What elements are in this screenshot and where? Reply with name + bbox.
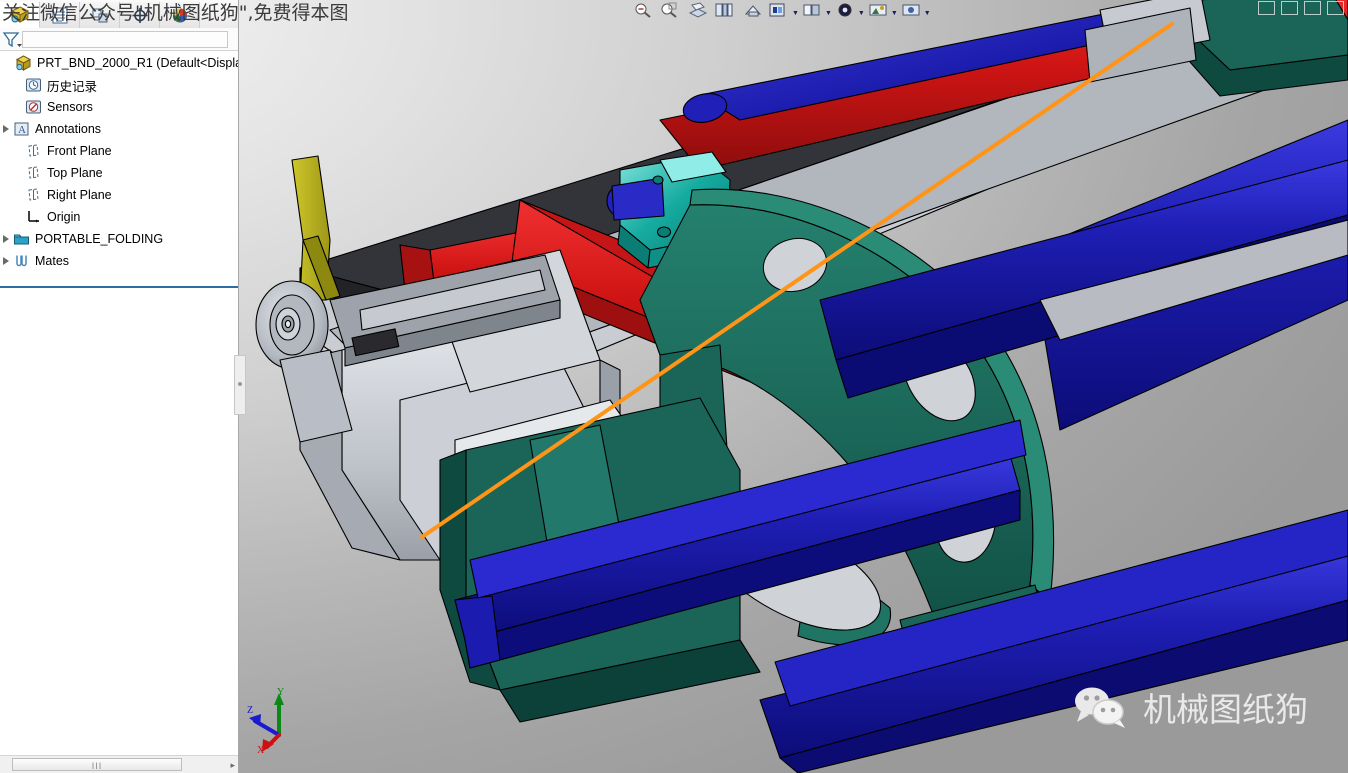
plane-icon <box>24 186 43 204</box>
chevron-down-icon[interactable]: ▼ <box>891 10 898 17</box>
view-settings-secondary-icon[interactable] <box>898 1 924 20</box>
tree-item-mates[interactable]: Mates <box>0 250 238 272</box>
expand-arrow-icon[interactable] <box>0 228 12 250</box>
model-geometry <box>255 0 1348 773</box>
triad-x-label: X <box>257 745 265 753</box>
sensors-icon <box>24 98 43 116</box>
zoom-to-fit-icon[interactable] <box>630 1 656 20</box>
chevron-down-icon[interactable]: ▼ <box>858 10 865 17</box>
history-icon <box>24 76 43 94</box>
rollback-bar[interactable] <box>0 286 238 288</box>
view-orientation-icon[interactable] <box>711 1 737 20</box>
tree-item-sensors[interactable]: Sensors <box>0 96 238 118</box>
view-settings-icon[interactable] <box>865 1 891 20</box>
panel-splitter-handle[interactable] <box>234 355 246 415</box>
scrollbar-grip: III <box>91 761 103 771</box>
tree-item-front-plane[interactable]: Front Plane <box>0 140 238 162</box>
feature-tree-horizontal-scrollbar[interactable]: III ▸ <box>0 755 238 773</box>
scrollbar-thumb[interactable]: III <box>12 758 182 771</box>
triad-y-label: Y <box>277 687 284 698</box>
tree-item-top-plane[interactable]: Top Plane <box>0 162 238 184</box>
maximize-button[interactable] <box>1304 1 1321 15</box>
display-style-icon[interactable] <box>740 1 766 20</box>
hide-show-icon[interactable] <box>766 1 792 20</box>
feature-tree-filter-input[interactable] <box>22 30 228 48</box>
tree-item-label: Annotations <box>35 122 102 136</box>
funnel-filter-icon[interactable] <box>2 31 22 53</box>
annotations-icon: A <box>12 120 31 138</box>
wechat-watermark-text: 机械图纸狗 <box>1143 690 1308 729</box>
feature-tree[interactable]: PRT_BND_2000_R1 (Default<Display S 历史记录 <box>0 52 238 287</box>
chevron-down-icon[interactable]: ▼ <box>792 10 799 17</box>
tree-item-assembly-root[interactable]: PRT_BND_2000_R1 (Default<Display S <box>0 52 238 74</box>
tree-item-history[interactable]: 历史记录 <box>0 74 238 96</box>
origin-icon <box>24 208 43 226</box>
restore-button[interactable] <box>1281 1 1298 15</box>
expand-arrow-icon[interactable] <box>0 250 12 272</box>
scroll-right-arrow-icon[interactable]: ▸ <box>230 760 235 771</box>
solidworks-window: Y Z X 机械图纸狗 ▼ ▼ ▼ ▼ ▼ PRT_BND_2000_R1 (D… <box>0 0 1348 773</box>
folder-icon <box>12 230 31 248</box>
coordinate-triad: Y Z X <box>247 687 284 753</box>
wechat-watermark: 机械图纸狗 <box>1073 683 1308 731</box>
tree-item-label: Origin <box>47 210 81 224</box>
plane-icon <box>24 142 43 160</box>
tree-item-origin[interactable]: Origin <box>0 206 238 228</box>
section-view-icon[interactable] <box>685 1 711 20</box>
promo-watermark-text: 关注微信公众号"机械图纸狗",免费得本图 <box>2 2 349 24</box>
tree-item-right-plane[interactable]: Right Plane <box>0 184 238 206</box>
apply-scene-icon[interactable] <box>832 1 858 20</box>
feature-manager-panel: PRT_BND_2000_R1 (Default<Display S 历史记录 <box>0 0 239 773</box>
expand-arrow-icon[interactable] <box>0 118 12 140</box>
plane-icon <box>24 164 43 182</box>
minimize-button[interactable] <box>1258 1 1275 15</box>
tree-item-portable-folding[interactable]: PORTABLE_FOLDING <box>0 228 238 250</box>
svg-text:A: A <box>18 124 26 136</box>
tree-item-label: 历史记录 <box>47 79 98 94</box>
mates-paperclip-icon <box>12 252 31 270</box>
tree-item-annotations[interactable]: A Annotations <box>0 118 238 140</box>
view-toolbar[interactable]: ▼ ▼ ▼ ▼ ▼ <box>630 0 1135 20</box>
tree-item-label: PRT_BND_2000_R1 (Default<Display S <box>37 56 238 70</box>
tree-item-label: PORTABLE_FOLDING <box>35 232 164 246</box>
chevron-down-icon[interactable]: ▼ <box>924 10 931 17</box>
wechat-logo-icon <box>1075 687 1125 728</box>
tree-item-label: Front Plane <box>47 144 112 158</box>
window-controls[interactable] <box>1258 1 1344 15</box>
chevron-down-icon[interactable]: ▼ <box>825 10 832 17</box>
triad-z-label: Z <box>247 705 253 716</box>
edit-appearance-icon[interactable] <box>799 1 825 20</box>
tree-item-label: Right Plane <box>47 188 112 202</box>
tree-item-label: Sensors <box>47 100 93 114</box>
zoom-area-icon[interactable] <box>656 1 682 20</box>
tree-item-label: Top Plane <box>47 166 103 180</box>
close-button[interactable] <box>1327 1 1344 15</box>
assembly-icon <box>14 54 33 72</box>
feature-tree-filter-bar[interactable] <box>0 28 238 51</box>
tree-item-label: Mates <box>35 254 70 268</box>
